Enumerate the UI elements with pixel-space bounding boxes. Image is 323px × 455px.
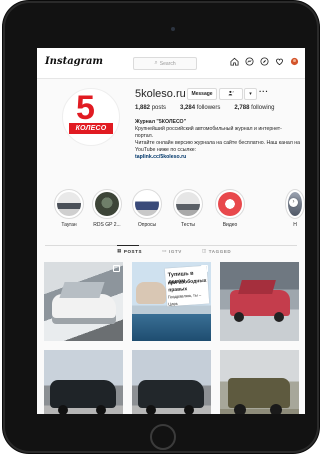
screen: Instagram ⌕ Search 5 КОЛЕСО 5koleso.ru M… bbox=[37, 48, 305, 414]
bio-line-2: Читайте онлайн версию журнала на сайте б… bbox=[135, 140, 300, 153]
profile-picture[interactable]: 5 КОЛЕСО bbox=[62, 88, 120, 146]
bio-line-1: Крупнейший российский автомобильный журн… bbox=[135, 126, 282, 139]
front-camera bbox=[171, 27, 175, 31]
avatar[interactable] bbox=[289, 56, 299, 66]
logo-number: 5 bbox=[76, 89, 95, 127]
post-thumbnail[interactable] bbox=[44, 262, 123, 341]
post-thumbnail[interactable] bbox=[44, 350, 123, 414]
chevron-right-icon[interactable]: › bbox=[289, 198, 298, 207]
messenger-icon[interactable] bbox=[244, 56, 254, 66]
suggested-dropdown-button[interactable]: ▾ bbox=[244, 88, 257, 100]
profile-stats: 1,882 posts 3,284 followers 2,788 follow… bbox=[135, 105, 274, 111]
multiple-posts-icon bbox=[201, 265, 208, 272]
profile-username: 5koleso.ru bbox=[135, 88, 186, 100]
tab-tagged[interactable]: ◫ TAGGED bbox=[202, 248, 231, 254]
following-button[interactable] bbox=[219, 88, 243, 100]
profile-bio: Журнал "5КОЛЕСО" Крупнейший российский а… bbox=[135, 119, 300, 161]
search-placeholder: Search bbox=[159, 60, 176, 67]
search-input[interactable]: ⌕ Search bbox=[133, 57, 197, 70]
home-icon[interactable] bbox=[229, 56, 239, 66]
profile-tabs: ▦ POSTS ▭ IGTV ◫ TAGGED bbox=[117, 248, 231, 254]
post-thumbnail[interactable] bbox=[132, 350, 211, 414]
post-thumbnail[interactable]: Тупишь в левом при свободных правых Позд… bbox=[132, 262, 211, 341]
highlight-item[interactable]: Тауган bbox=[54, 189, 84, 228]
grid-icon: ▦ bbox=[117, 248, 122, 253]
highlight-item[interactable]: RDS GP 2... bbox=[92, 189, 122, 228]
tab-igtv[interactable]: ▭ IGTV bbox=[162, 248, 182, 254]
following-count[interactable]: 2,788 following bbox=[234, 105, 274, 111]
tagged-icon: ◫ bbox=[201, 248, 207, 253]
heart-icon[interactable] bbox=[274, 56, 284, 66]
active-tab-indicator bbox=[117, 245, 139, 246]
follow-person-icon bbox=[228, 90, 235, 98]
logo-text: КОЛЕСО bbox=[69, 123, 113, 134]
post-thumbnail[interactable] bbox=[220, 350, 299, 414]
tab-posts[interactable]: ▦ POSTS bbox=[117, 248, 142, 254]
explore-icon[interactable] bbox=[259, 56, 269, 66]
instagram-logo[interactable]: Instagram bbox=[45, 56, 103, 67]
highlight-item[interactable]: Опросы bbox=[132, 189, 162, 228]
nav-icons bbox=[229, 56, 299, 66]
highlight-item[interactable]: Н bbox=[285, 189, 305, 228]
post-thumbnail[interactable] bbox=[220, 262, 299, 341]
bio-link[interactable]: taplink.cc/5koleso.ru bbox=[135, 154, 300, 161]
highlight-item[interactable]: Видео bbox=[215, 189, 245, 228]
igtv-icon: ▭ bbox=[162, 248, 167, 253]
tabs-divider bbox=[45, 245, 297, 246]
highlight-item[interactable]: Тесты bbox=[173, 189, 203, 228]
top-bar: Instagram ⌕ Search bbox=[37, 48, 305, 79]
chevron-down-icon: ▾ bbox=[249, 91, 252, 97]
search-icon: ⌕ bbox=[154, 60, 158, 66]
message-button[interactable]: Message bbox=[187, 88, 217, 100]
story-highlights: Тауган RDS GP 2... Опросы Тесты Видео Н … bbox=[37, 189, 305, 229]
bio-name: Журнал "5КОЛЕСО" bbox=[135, 119, 187, 125]
home-button[interactable] bbox=[150, 424, 176, 450]
posts-count: 1,882 posts bbox=[135, 105, 167, 111]
followers-count[interactable]: 3,284 followers bbox=[180, 105, 220, 111]
multiple-posts-icon bbox=[113, 265, 120, 272]
more-icon[interactable]: ··· bbox=[259, 87, 269, 96]
